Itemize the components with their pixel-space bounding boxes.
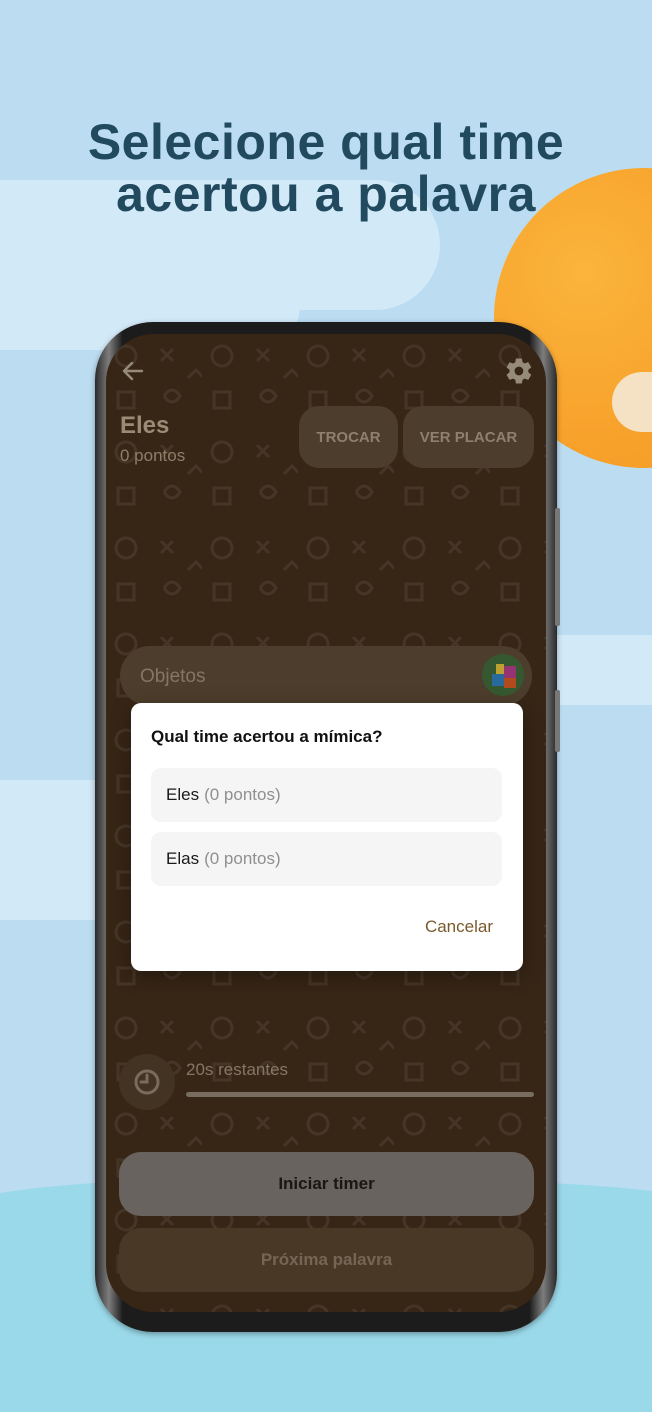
option-name: Eles — [166, 785, 200, 804]
headline-line-2: acertou a palavra — [116, 166, 536, 222]
option-points: (0 pontos) — [204, 785, 281, 804]
option-eles[interactable]: Eles (0 pontos) — [151, 768, 502, 822]
phone-side-button — [555, 690, 560, 752]
phone-side-button — [555, 508, 560, 626]
option-points: (0 pontos) — [204, 849, 281, 868]
cancel-button[interactable]: Cancelar — [425, 917, 493, 937]
option-name: Elas — [166, 849, 200, 868]
team-select-dialog: Qual time acertou a mímica? Eles (0 pont… — [131, 703, 523, 971]
headline: Selecione qual time acertou a palavra — [0, 116, 652, 220]
headline-line-1: Selecione qual time — [87, 114, 565, 170]
option-elas[interactable]: Elas (0 pontos) — [151, 832, 502, 886]
dialog-title: Qual time acertou a mímica? — [151, 727, 383, 746]
